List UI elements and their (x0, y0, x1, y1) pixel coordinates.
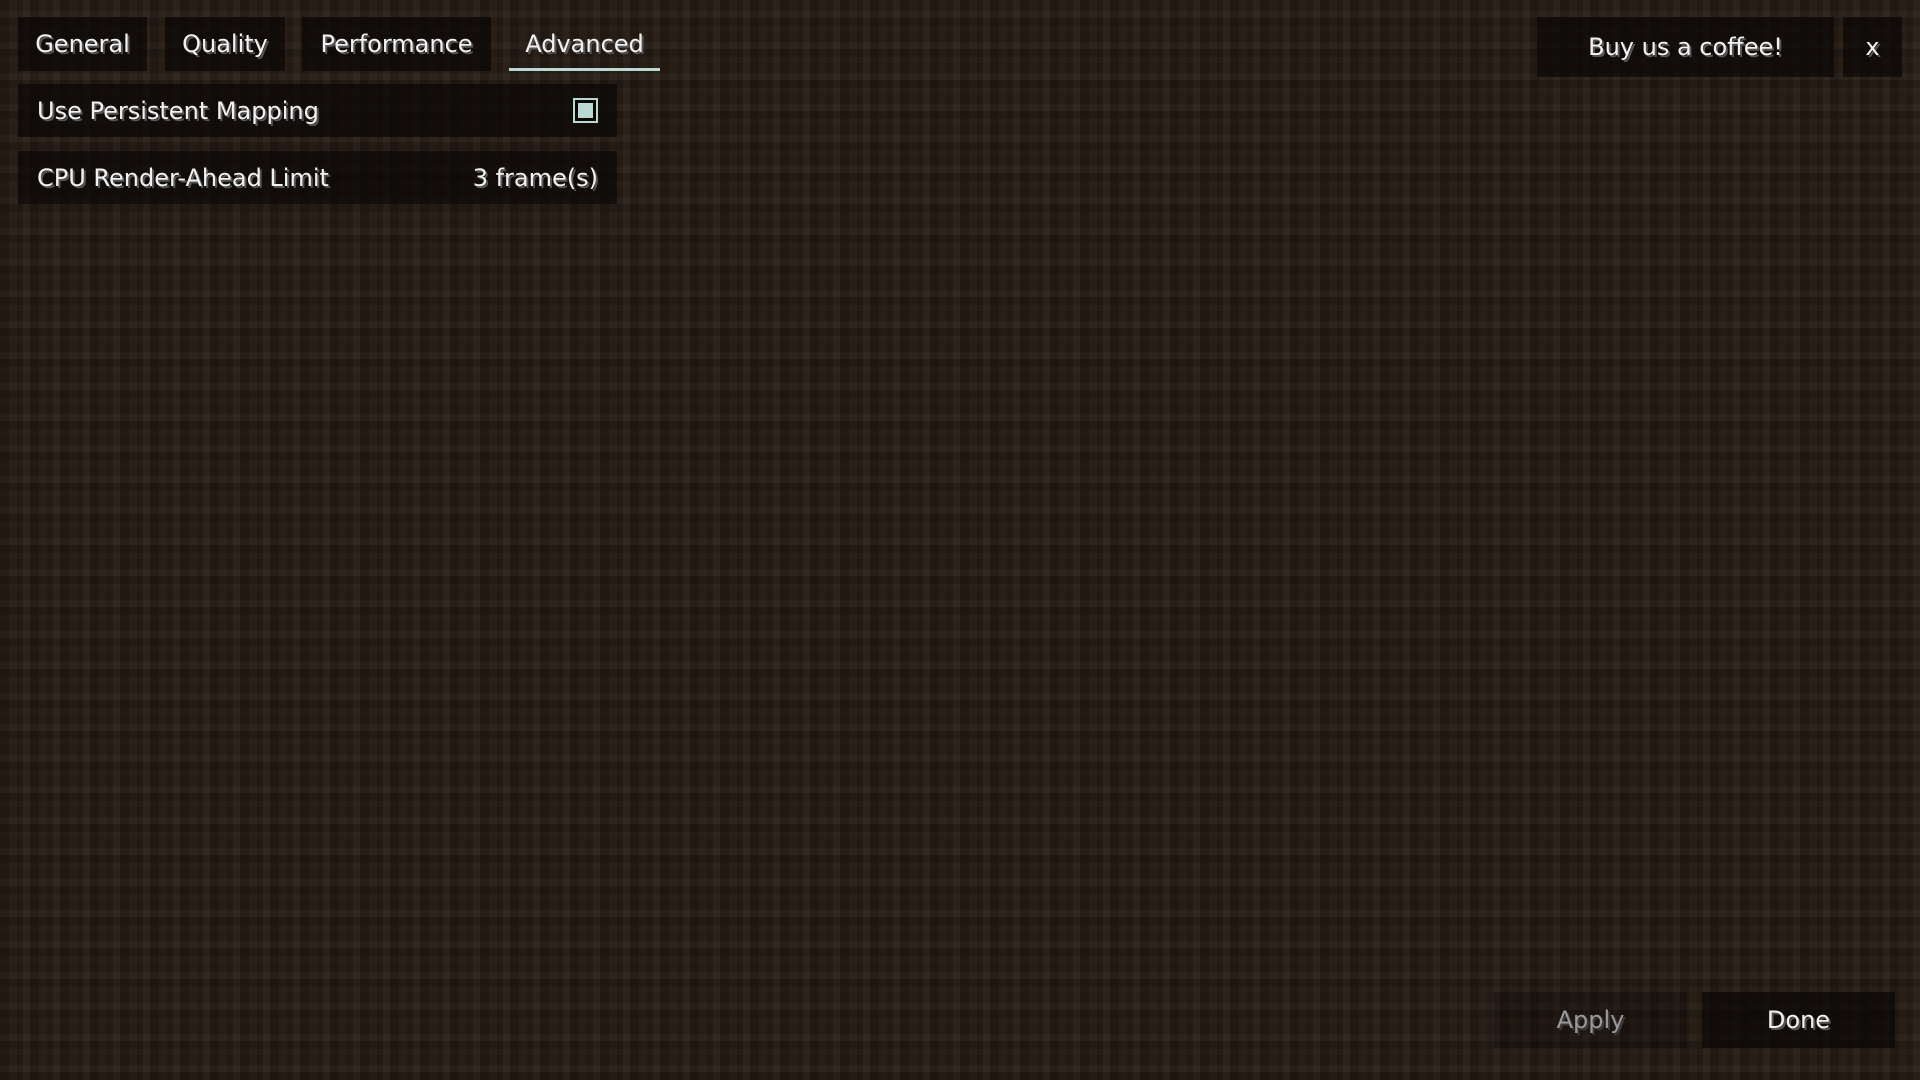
checkbox-checked-indicator (578, 103, 593, 118)
apply-label: Apply (1556, 1006, 1625, 1034)
tab-label: Performance (320, 30, 473, 58)
done-label: Done (1766, 1006, 1831, 1034)
tab-advanced[interactable]: Advanced (509, 17, 660, 71)
active-tab-indicator (509, 68, 660, 71)
close-icon: x (1865, 33, 1880, 61)
setting-use-persistent-mapping[interactable]: Use Persistent Mapping (18, 84, 617, 137)
setting-cpu-render-ahead-limit[interactable]: CPU Render-Ahead Limit 3 frame(s) (18, 151, 617, 204)
tab-performance[interactable]: Performance (302, 17, 491, 71)
setting-label: CPU Render-Ahead Limit (37, 163, 329, 192)
close-button[interactable]: x (1843, 17, 1902, 77)
done-button[interactable]: Done (1702, 992, 1895, 1048)
tab-quality[interactable]: Quality (165, 17, 285, 71)
tab-label: Advanced (525, 30, 644, 58)
buy-coffee-button[interactable]: Buy us a coffee! (1537, 17, 1834, 77)
setting-value[interactable]: 3 frame(s) (473, 164, 598, 192)
setting-label: Use Persistent Mapping (37, 96, 319, 125)
tab-label: General (35, 30, 130, 58)
buy-coffee-label: Buy us a coffee! (1588, 33, 1783, 61)
tab-label: Quality (182, 30, 268, 58)
apply-button[interactable]: Apply (1494, 992, 1687, 1048)
tab-general[interactable]: General (18, 17, 147, 71)
persistent-mapping-checkbox[interactable] (573, 98, 598, 123)
